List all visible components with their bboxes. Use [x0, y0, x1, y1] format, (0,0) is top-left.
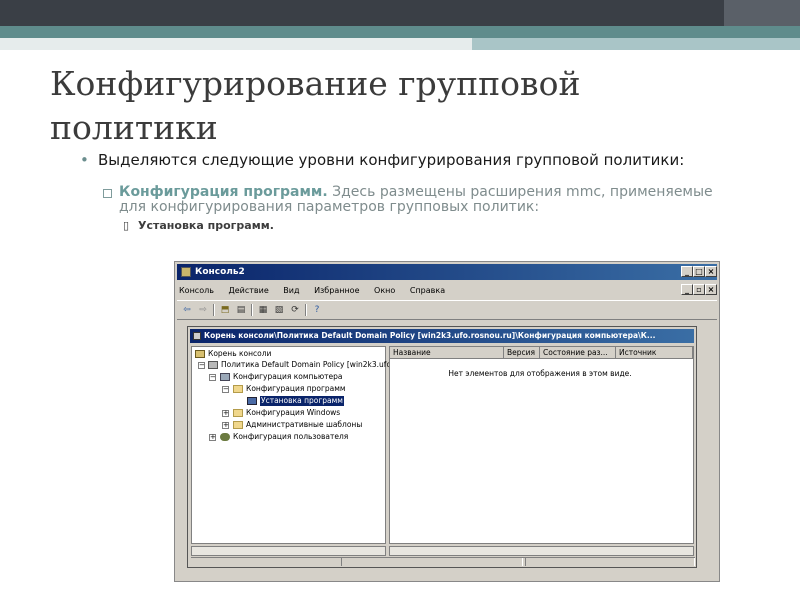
software-install-icon — [247, 397, 257, 405]
bullet-dot-icon: • — [80, 151, 89, 169]
header-bar-accent — [724, 0, 800, 26]
tree-pane[interactable]: Корень консоли − Политика Default Domain… — [191, 346, 396, 544]
help-icon[interactable]: ? — [311, 304, 323, 316]
menu-window[interactable]: Окно — [374, 286, 395, 295]
user-icon — [220, 433, 230, 441]
tree-item-windows-config[interactable]: Конфигурация Windows — [246, 408, 340, 418]
accent-band-light — [0, 38, 472, 50]
child-minimize-button[interactable]: _ — [681, 284, 693, 295]
bullet-level3-text: Установка программ. — [138, 219, 274, 232]
back-arrow-icon[interactable]: ⇦ — [181, 304, 193, 316]
details-pane[interactable]: Название Версия Состояние раз... Источни… — [389, 346, 694, 544]
expand-icon[interactable]: + — [222, 422, 229, 429]
bullet-level1: • Выделяются следующие уровни конфигурир… — [80, 151, 722, 169]
toolbar-separator — [305, 304, 307, 316]
child-title: Корень консоли\Политика Default Domain P… — [204, 331, 656, 340]
accent-band-teal — [0, 26, 800, 38]
empty-list-message: Нет элементов для отображения в этом вид… — [448, 369, 632, 378]
collapse-icon[interactable]: − — [222, 386, 229, 393]
menu-console[interactable]: Консоль — [179, 286, 214, 295]
toolbar-separator — [213, 304, 215, 316]
bullet-square-icon — [103, 189, 112, 198]
column-header-version[interactable]: Версия — [504, 347, 540, 359]
bullet-level1-text: Выделяются следующие уровни конфигуриров… — [98, 151, 685, 169]
tree-item-domain-policy[interactable]: Политика Default Domain Policy [win2k3.u… — [221, 360, 396, 370]
computer-icon — [220, 373, 230, 381]
column-header-deploy-state[interactable]: Состояние раз... — [540, 347, 616, 359]
refresh-icon[interactable]: ⟳ — [289, 304, 301, 316]
header-bar — [0, 0, 800, 26]
tree-item-admin-templates[interactable]: Административные шаблоны — [246, 420, 362, 430]
bullet-arrow-icon: ▯ — [123, 219, 130, 232]
folder-icon — [233, 421, 243, 429]
expand-icon[interactable]: + — [209, 434, 216, 441]
close-button[interactable]: × — [705, 266, 717, 277]
policy-icon — [208, 361, 218, 369]
slide-title-line1: Конфигурирование групповой — [50, 64, 581, 103]
toolbar: ⇦ ⇨ ⬒ ▤ ▦ ▧ ⟳ ? — [177, 300, 717, 320]
menu-help[interactable]: Справка — [410, 286, 445, 295]
console-title: Консоль2 — [195, 267, 245, 277]
expand-icon[interactable]: + — [222, 410, 229, 417]
slide-title: Конфигурирование групповой политики — [50, 62, 750, 150]
bullet-level3: ▯ Установка программ. — [123, 219, 274, 232]
column-header-source[interactable]: Источник — [616, 347, 693, 359]
collapse-icon[interactable]: − — [209, 374, 216, 381]
tree-item-user-config[interactable]: Конфигурация пользователя — [233, 432, 348, 442]
tree-item-console-root[interactable]: Корень консоли — [208, 349, 271, 359]
export-list-icon[interactable]: ▧ — [273, 304, 285, 316]
details-horizontal-scrollbar[interactable] — [389, 546, 694, 556]
collapse-icon[interactable]: − — [198, 362, 205, 369]
menu-bar: Консоль Действие Вид Избранное Окно Спра… — [179, 283, 457, 298]
child-title-bar[interactable]: Корень консоли\Политика Default Domain P… — [190, 329, 694, 343]
properties-icon[interactable]: ▦ — [257, 304, 269, 316]
console-title-bar[interactable]: Консоль2 _ □ × — [177, 264, 717, 280]
up-folder-icon[interactable]: ⬒ — [219, 304, 231, 316]
tree-horizontal-scrollbar[interactable] — [191, 546, 386, 556]
tree-item-software-install[interactable]: Установка программ — [260, 396, 344, 406]
console-root-icon — [195, 350, 205, 358]
bullet-level2-text: Конфигурация программ. Здесь размещены р… — [119, 185, 723, 215]
menu-action[interactable]: Действие — [228, 286, 268, 295]
show-hide-tree-icon[interactable]: ▤ — [235, 304, 247, 316]
tree-item-computer-config[interactable]: Конфигурация компьютера — [233, 372, 342, 382]
toolbar-separator — [251, 304, 253, 316]
status-bar — [191, 557, 695, 567]
tree-item-software-config[interactable]: Конфигурация программ — [246, 384, 346, 394]
status-bar-cell — [341, 558, 523, 566]
menu-view[interactable]: Вид — [283, 286, 299, 295]
status-bar-cell — [525, 558, 695, 566]
child-close-button[interactable]: × — [705, 284, 717, 295]
child-restore-button[interactable]: ▫ — [693, 284, 705, 295]
accent-band-cyan — [472, 38, 800, 50]
console-window: Консоль2 _ □ × Консоль Действие Вид Избр… — [174, 261, 720, 582]
child-window: Корень консоли\Политика Default Domain P… — [187, 326, 697, 568]
child-window-icon — [193, 332, 201, 340]
maximize-button[interactable]: □ — [693, 266, 705, 277]
folder-icon — [233, 409, 243, 417]
bullet-level2-highlight: Конфигурация программ. — [119, 184, 328, 200]
bullet-level2: Конфигурация программ. Здесь размещены р… — [103, 185, 723, 215]
column-header-name[interactable]: Название — [390, 347, 504, 359]
menu-favorites[interactable]: Избранное — [314, 286, 359, 295]
console-app-icon — [181, 267, 191, 277]
minimize-button[interactable]: _ — [681, 266, 693, 277]
folder-icon — [233, 385, 243, 393]
forward-arrow-icon[interactable]: ⇨ — [197, 304, 209, 316]
slide-title-line2: политики — [50, 108, 218, 147]
